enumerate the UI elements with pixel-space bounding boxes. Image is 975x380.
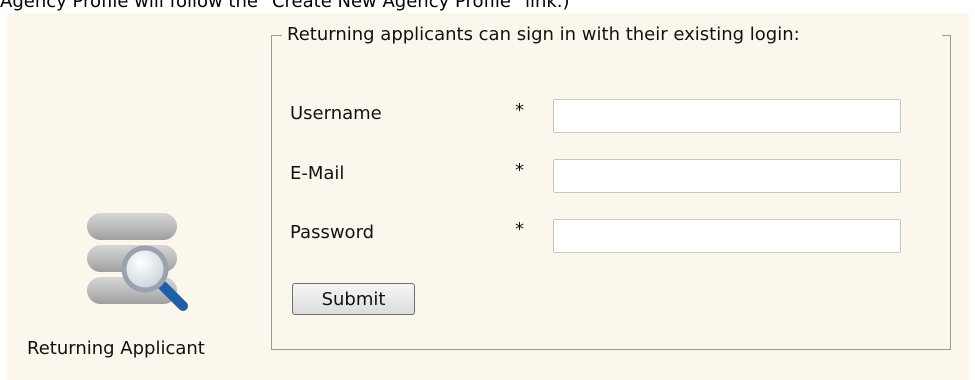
email-label: E-Mail (290, 163, 345, 184)
instruction-text: Agency Profile will follow the "Create N… (0, 0, 570, 12)
returning-applicant-label: Returning Applicant (27, 338, 205, 359)
database-search-icon (85, 208, 195, 318)
fieldset-border-right (942, 35, 951, 46)
password-required-marker: * (515, 219, 524, 240)
email-input[interactable] (553, 159, 901, 193)
username-required-marker: * (515, 100, 524, 121)
login-fieldset: Returning applicants can sign in with th… (271, 24, 951, 350)
username-input[interactable] (553, 99, 901, 133)
fieldset-border-left (271, 35, 282, 46)
password-label: Password (290, 222, 375, 243)
password-input[interactable] (553, 219, 901, 253)
submit-button[interactable]: Submit (292, 283, 415, 315)
login-fieldset-legend: Returning applicants can sign in with th… (285, 24, 802, 45)
email-required-marker: * (515, 160, 524, 181)
returning-applicant-panel: Returning applicants can sign in with th… (7, 13, 969, 380)
username-label: Username (290, 103, 382, 124)
